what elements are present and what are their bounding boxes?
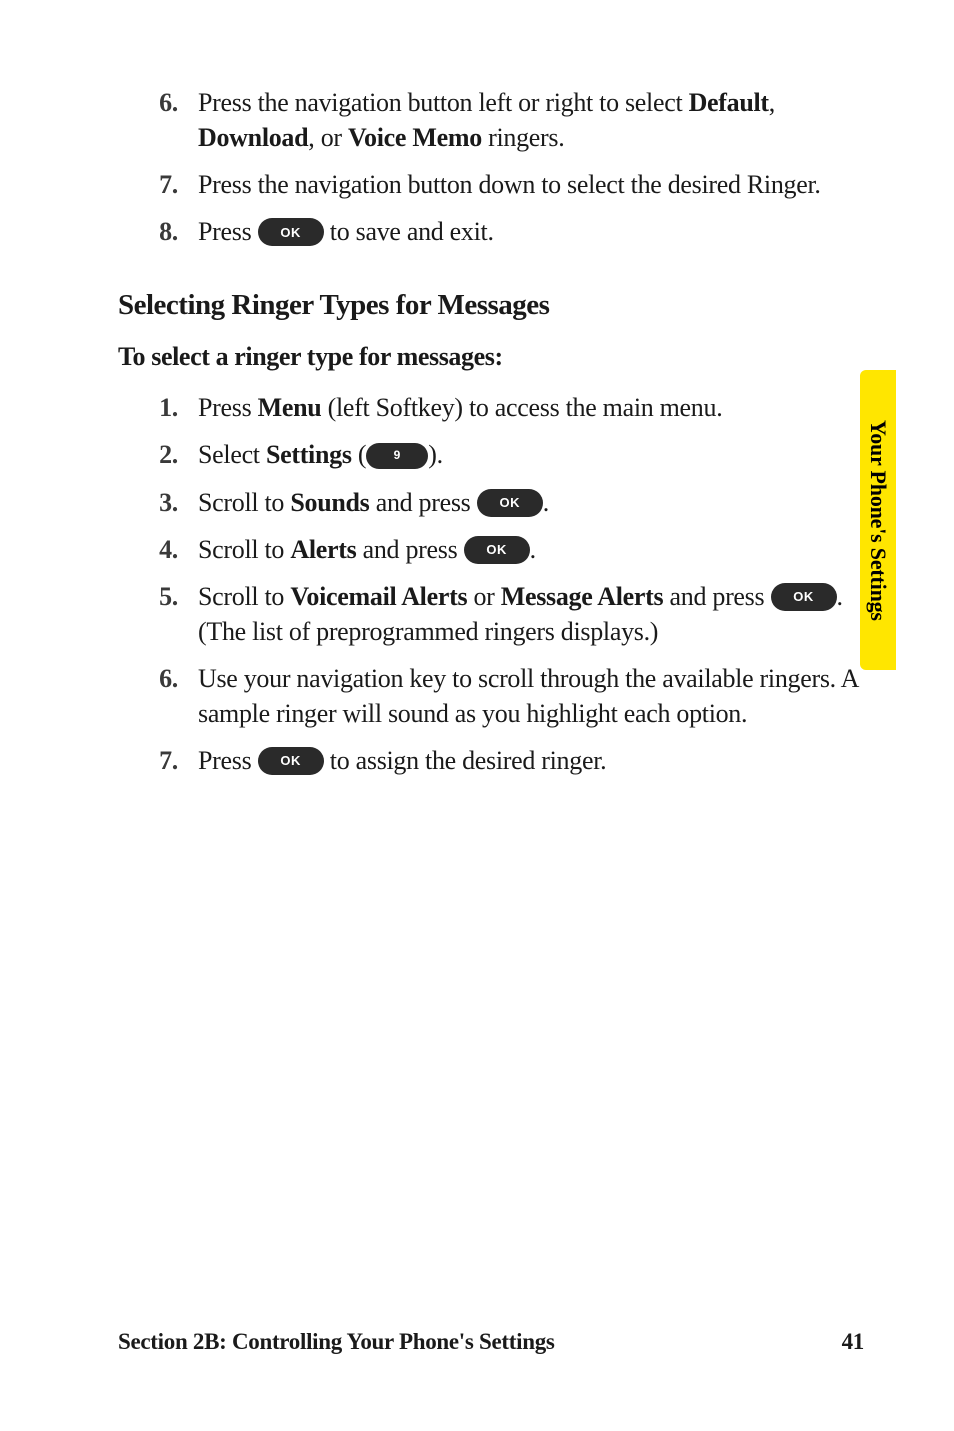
step-number: 6. (118, 85, 198, 120)
step-item: 6.Use your navigation key to scroll thro… (118, 661, 864, 731)
intro-line: To select a ringer type for messages: (118, 342, 864, 372)
step-text: Press the navigation button down to sele… (198, 167, 864, 202)
step-number: 1. (118, 390, 198, 425)
step-number: 7. (118, 743, 198, 778)
ok-key-icon: OK (477, 489, 543, 517)
step-item: 8.Press OK to save and exit. (118, 214, 864, 249)
footer-page-number: 41 (842, 1329, 864, 1355)
step-text: Press Menu (left Softkey) to access the … (198, 390, 864, 425)
step-number: 3. (118, 485, 198, 520)
bold-term: Voicemail Alerts (290, 582, 467, 611)
step-item: 3.Scroll to Sounds and press OK. (118, 485, 864, 520)
step-text: Press the navigation button left or righ… (198, 85, 864, 155)
step-item: 6.Press the navigation button left or ri… (118, 85, 864, 155)
step-text: Use your navigation key to scroll throug… (198, 661, 864, 731)
step-item: 1.Press Menu (left Softkey) to access th… (118, 390, 864, 425)
footer-section-title: Section 2B: Controlling Your Phone's Set… (118, 1329, 555, 1355)
step-number: 6. (118, 661, 198, 696)
side-tab: Your Phone's Settings (860, 370, 896, 670)
step-number: 2. (118, 437, 198, 472)
ok-key-icon: OK (464, 536, 530, 564)
step-item: 5.Scroll to Voicemail Alerts or Message … (118, 579, 864, 649)
bold-term: Sounds (290, 488, 369, 517)
bold-term: Default (689, 88, 769, 117)
step-item: 2.Select Settings (9). (118, 437, 864, 472)
step-item: 7.Press the navigation button down to se… (118, 167, 864, 202)
step-list-continuation: 6.Press the navigation button left or ri… (118, 85, 864, 249)
step-text: Select Settings (9). (198, 437, 864, 472)
ok-key-icon: OK (771, 583, 837, 611)
bold-term: Settings (266, 440, 352, 469)
bold-term: Menu (258, 393, 322, 422)
step-item: 7.Press OK to assign the desired ringer. (118, 743, 864, 778)
bold-term: Message Alerts (501, 582, 664, 611)
page-footer: Section 2B: Controlling Your Phone's Set… (118, 1329, 864, 1355)
bold-term: Download (198, 123, 308, 152)
bold-term: Alerts (290, 535, 356, 564)
step-text: Press OK to save and exit. (198, 214, 864, 249)
side-tab-label: Your Phone's Settings (865, 420, 891, 621)
step-text: Scroll to Alerts and press OK. (198, 532, 864, 567)
page: 6.Press the navigation button left or ri… (0, 0, 954, 1431)
ok-key-icon: OK (258, 218, 324, 246)
bold-term: Voice Memo (348, 123, 482, 152)
step-number: 5. (118, 579, 198, 614)
ok-key-icon: OK (258, 747, 324, 775)
section-subheading: Selecting Ringer Types for Messages (118, 289, 864, 322)
step-text: Scroll to Sounds and press OK. (198, 485, 864, 520)
step-list-messages: 1.Press Menu (left Softkey) to access th… (118, 390, 864, 778)
step-text: Press OK to assign the desired ringer. (198, 743, 864, 778)
nine-key-icon: 9 (366, 443, 428, 469)
step-number: 4. (118, 532, 198, 567)
step-number: 7. (118, 167, 198, 202)
step-number: 8. (118, 214, 198, 249)
step-text: Scroll to Voicemail Alerts or Message Al… (198, 579, 864, 649)
step-item: 4.Scroll to Alerts and press OK. (118, 532, 864, 567)
